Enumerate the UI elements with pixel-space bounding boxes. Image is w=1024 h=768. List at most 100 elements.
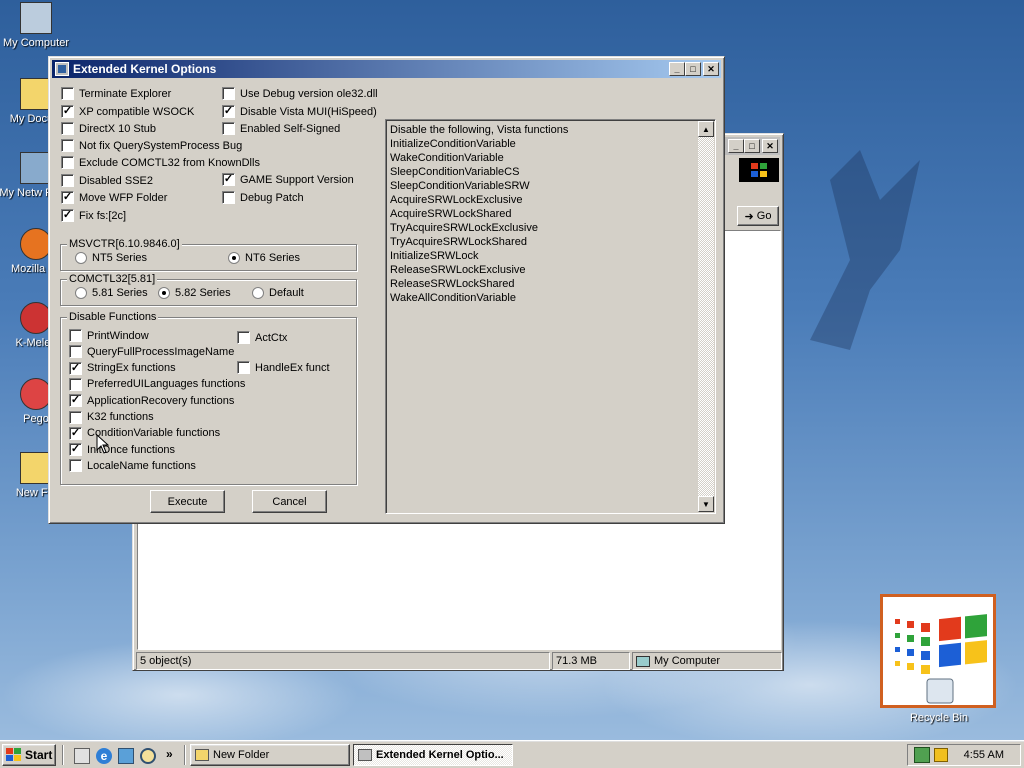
list-item[interactable]: ReleaseSRWLockShared [386,277,715,291]
checkbox-queryfullprocessimagename[interactable]: QueryFullProcessImageName [69,345,234,359]
taskbar-button-extended-kernel-optio[interactable]: Extended Kernel Optio... [353,744,513,766]
search-quicklaunch-icon[interactable] [140,748,156,764]
checkbox-box[interactable] [222,191,235,204]
volume-tray-icon[interactable] [934,748,948,762]
checkbox-box[interactable] [61,174,74,187]
checkbox-use-debug-version-ole32-dll[interactable]: Use Debug version ole32.dll [222,87,378,100]
list-item[interactable]: AcquireSRWLockExclusive [386,193,715,207]
checkbox-box[interactable] [222,122,235,135]
checkbox-k32-functions[interactable]: K32 functions [69,410,154,424]
checkbox-stringex-functions[interactable]: ✓ StringEx functions [69,361,176,375]
checkbox-fix-fs-2c[interactable]: ✓ Fix fs:[2c] [61,209,126,222]
checkbox-localename-functions[interactable]: LocaleName functions [69,459,196,473]
radio-dot[interactable] [75,252,87,264]
checkbox-box[interactable]: ✓ [61,191,74,204]
list-item[interactable]: ReleaseSRWLockExclusive [386,263,715,277]
radio-nt5-series[interactable]: NT5 Series [75,252,147,264]
checkbox-box[interactable] [237,331,250,344]
radio-dot[interactable] [252,287,264,299]
execute-button[interactable]: Execute [150,490,225,513]
checkbox-box[interactable]: ✓ [69,443,82,457]
checkbox-exclude-comctl32-from-knowndlls[interactable]: Exclude COMCTL32 from KnownDlls [61,156,260,169]
desktop-icon-1[interactable]: My Computer [0,2,73,49]
list-item[interactable]: SleepConditionVariableSRW [386,179,715,193]
list-item[interactable]: TryAcquireSRWLockExclusive [386,221,715,235]
show-desktop-icon[interactable] [74,748,90,764]
checkbox-debug-patch[interactable]: Debug Patch [222,191,304,204]
list-item[interactable]: SleepConditionVariableCS [386,165,715,179]
network-quicklaunch-icon[interactable] [118,748,134,764]
checkbox-box[interactable] [69,345,82,359]
taskbar: Start e » 4:55 AM New Folder Extended Ker… [0,740,1024,768]
checkbox-box[interactable]: ✓ [69,426,82,440]
minimize-button[interactable]: _ [728,139,744,153]
radio-default[interactable]: Default [252,287,304,299]
maximize-button[interactable]: □ [744,139,760,153]
list-item[interactable]: InitializeConditionVariable [386,137,715,151]
checkbox-enabled-self-signed[interactable]: Enabled Self-Signed [222,122,340,135]
radio-nt6-series[interactable]: NT6 Series [228,252,300,264]
checkbox-box[interactable] [222,87,235,100]
checkbox-terminate-explorer[interactable]: Terminate Explorer [61,87,171,100]
checkbox-box[interactable]: ✓ [69,394,82,408]
checkbox-game-support-version[interactable]: ✓ GAME Support Version [222,173,354,186]
checkbox-printwindow[interactable]: PrintWindow [69,329,149,342]
radio-dot[interactable] [75,287,87,299]
radio-5-81-series[interactable]: 5.81 Series [75,287,148,299]
checkbox-box[interactable] [61,156,74,169]
checkbox-move-wfp-folder[interactable]: ✓ Move WFP Folder [61,191,167,204]
minimize-button[interactable]: _ [669,62,685,76]
internet-explorer-icon[interactable]: e [96,748,112,764]
scroll-down-arrow[interactable]: ▼ [698,496,714,512]
checkbox-box[interactable]: ✓ [69,361,82,375]
list-item[interactable]: TryAcquireSRWLockShared [386,235,715,249]
checkbox-box[interactable]: ✓ [222,173,235,186]
checkbox-box[interactable]: ✓ [61,105,74,118]
start-button[interactable]: Start [2,744,56,766]
checkbox-not-fix-querysystemprocess-bug[interactable]: Not fix QuerySystemProcess Bug [61,139,242,152]
checkbox-box[interactable] [69,410,82,424]
checkbox-xp-compatible-wsock[interactable]: ✓ XP compatible WSOCK [61,105,194,118]
dialog-titlebar[interactable]: Extended Kernel Options _ □ ✕ [52,60,721,78]
checkbox-box[interactable] [69,377,82,391]
list-item[interactable]: Disable the following, Vista functions [386,123,715,137]
list-item[interactable]: WakeAllConditionVariable [386,291,715,305]
extended-kernel-options-dialog[interactable]: Extended Kernel Options _ □ ✕ MSVCTR[6.1… [48,56,725,524]
checkbox-preferreduilanguages-functions[interactable]: PreferredUILanguages functions [69,377,245,391]
go-button[interactable]: ➜ Go [737,206,779,226]
scroll-up-arrow[interactable]: ▲ [698,121,714,137]
checkbox-disable-vista-mui-hispeed[interactable]: ✓ Disable Vista MUI(HiSpeed) [222,105,377,118]
quicklaunch-more-icon[interactable]: » [166,747,173,761]
checkbox-handleex-funct[interactable]: HandleEx funct [237,361,330,374]
checkbox-conditionvariable-functions[interactable]: ✓ ConditionVariable functions [69,426,220,440]
vista-functions-list[interactable]: Disable the following, Vista functions In… [385,119,716,514]
checkbox-disabled-sse2[interactable]: Disabled SSE2 [61,174,153,187]
close-button[interactable]: ✕ [703,62,719,76]
radio-dot[interactable] [228,252,240,264]
taskbar-button-new-folder[interactable]: New Folder [190,744,350,766]
checkbox-label: StringEx functions [87,362,176,375]
checkbox-actctx[interactable]: ActCtx [237,331,287,344]
radio-5-82-series[interactable]: 5.82 Series [158,287,231,299]
checkbox-box[interactable] [61,122,74,135]
checkbox-box[interactable] [237,361,250,374]
list-item[interactable]: InitializeSRWLock [386,249,715,263]
checkbox-box[interactable] [69,329,82,342]
list-item[interactable]: AcquireSRWLockShared [386,207,715,221]
list-item[interactable]: WakeConditionVariable [386,151,715,165]
checkbox-box[interactable]: ✓ [222,105,235,118]
checkbox-initonce-functions[interactable]: ✓ InitOnce functions [69,443,175,457]
network-tray-icon[interactable] [914,747,930,763]
cancel-button[interactable]: Cancel [252,490,327,513]
checkbox-box[interactable]: ✓ [61,209,74,222]
checkbox-box[interactable] [61,139,74,152]
checkbox-box[interactable] [69,459,82,473]
list-scrollbar[interactable]: ▲ ▼ [698,121,714,512]
checkbox-box[interactable] [61,87,74,100]
checkbox-applicationrecovery-functions[interactable]: ✓ ApplicationRecovery functions [69,394,234,408]
close-button[interactable]: ✕ [762,139,778,153]
radio-dot[interactable] [158,287,170,299]
maximize-button[interactable]: □ [685,62,701,76]
checkbox-directx-10-stub[interactable]: DirectX 10 Stub [61,122,156,135]
recycle-bin-shortcut[interactable]: Recycle Bin [880,594,998,728]
